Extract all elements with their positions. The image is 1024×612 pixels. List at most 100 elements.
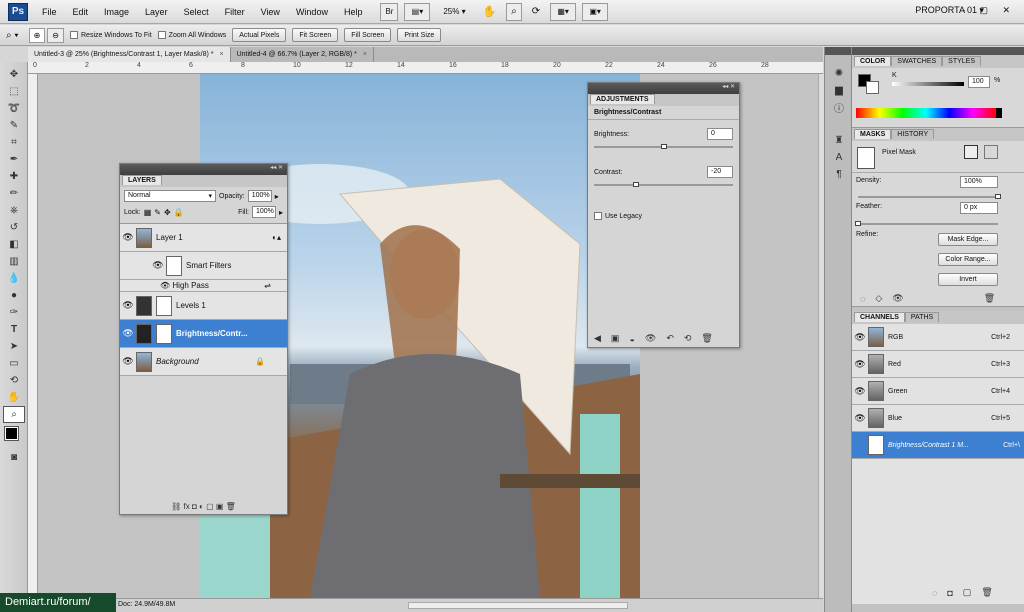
3d-rotate-tool-icon[interactable]: ⟲ [3,372,25,389]
layer-row-layer-1[interactable]: 👁 Layer 1 ◐▴ [120,224,287,252]
actual-pixels-button[interactable]: Actual Pixels [232,28,287,42]
visibility-eye-icon[interactable]: 👁 [120,232,136,243]
blend-mode-dropdown[interactable]: Normal ▾ [124,190,216,202]
panel-title-bar[interactable]: ◂◂ ✕ [120,164,287,175]
fill-arrow-icon[interactable]: ▸ [279,208,283,217]
visibility-eye-icon[interactable]: 👁 [120,328,136,339]
layer-row-high-pass[interactable]: 👁 High Pass ⇌ [120,280,287,292]
menu-view[interactable]: View [253,7,288,17]
opacity-arrow-icon[interactable]: ▸ [275,192,279,201]
pixel-mask-button[interactable] [964,145,978,159]
trash-icon[interactable]: 🗑 [981,587,992,598]
return-to-list-icon[interactable]: ◀ [594,333,601,344]
vector-mask-button[interactable] [984,145,998,159]
type-tool-icon[interactable]: T [3,321,25,338]
menu-image[interactable]: Image [96,7,137,17]
doc-tab-untitled-4[interactable]: Untitled-4 @ 66.7% (Layer 2, RGB/8) * × [231,47,374,62]
tab-swatches[interactable]: SWATCHES [891,56,943,66]
zoom-all-checkbox[interactable] [157,31,166,39]
load-selection-icon[interactable]: ◌ [860,294,865,304]
resize-windows-checkbox[interactable] [70,31,78,39]
tab-styles[interactable]: STYLES [942,56,982,66]
healing-brush-tool-icon[interactable]: ✚ [3,168,25,185]
layer-row-background[interactable]: 👁 Background 🔒 [120,348,287,376]
menu-filter[interactable]: Filter [217,7,253,17]
color-range-button[interactable]: Color Range... [938,253,998,266]
apply-mask-icon[interactable]: ◇ [875,293,882,304]
density-slider-handle[interactable] [995,194,1001,199]
tab-color[interactable]: COLOR [854,56,892,66]
layer-row-smart-filters[interactable]: 👁 Smart Filters [120,252,287,280]
background-color-swatch[interactable] [866,81,879,94]
visibility-eye-icon[interactable]: 👁 [892,293,903,304]
character-icon[interactable]: A [828,149,850,166]
tab-paths[interactable]: PATHS [904,312,940,322]
tab-channels[interactable]: CHANNELS [854,312,905,322]
menu-select[interactable]: Select [176,7,217,17]
mask-edge-button[interactable]: Mask Edge... [938,233,998,246]
tab-layers[interactable]: LAYERS [122,175,162,185]
lasso-tool-icon[interactable]: ➰ [3,100,25,117]
tab-masks[interactable]: MASKS [854,129,892,139]
gradient-tool-icon[interactable]: ▥ [3,253,25,270]
trash-icon[interactable]: 🗑 [984,293,995,304]
layers-footer-icons[interactable]: ⛓ fx ◘ ◐ ▢ ▣ 🗑 [120,502,287,511]
channel-row-red[interactable]: 👁 Red Ctrl+3 [852,351,1024,378]
view-extras-icon[interactable]: ▤▾ [404,2,431,21]
channel-row-blue[interactable]: 👁 Blue Ctrl+5 [852,405,1024,432]
tab-history[interactable]: HISTORY [891,129,935,139]
previous-state-icon[interactable]: ↶ [666,333,674,344]
zoom-tool-icon[interactable]: ⌕ [3,406,25,423]
lock-transparent-icon[interactable]: ▦ [144,208,152,217]
marquee-tool-icon[interactable]: ⬚ [3,83,25,100]
save-selection-icon[interactable]: ◘ [947,588,952,598]
reset-icon[interactable]: ⟲ [684,333,692,344]
hand-tool-icon[interactable]: ✋ [3,389,25,406]
path-selection-tool-icon[interactable]: ➤ [3,338,25,355]
feather-field[interactable]: 0 px [960,202,998,214]
clip-to-layer-icon[interactable]: ◒ [629,334,634,344]
feather-slider-handle[interactable] [855,221,861,226]
lock-image-icon[interactable]: ✎ [154,208,161,217]
zoom-level-dropdown[interactable]: 25% ▾ [436,3,472,21]
print-size-button[interactable]: Print Size [397,28,442,42]
visibility-eye-icon[interactable]: 👁 [120,356,136,367]
navigator-icon[interactable]: ✺ [828,65,850,82]
zoom-tool-icon[interactable]: ⌕ [506,2,522,21]
foreground-color[interactable] [4,426,19,441]
quick-mask-icon[interactable]: ◙ [3,449,25,466]
move-tool-icon[interactable]: ✥ [3,66,25,83]
brightness-slider[interactable] [594,144,733,149]
invert-button[interactable]: Invert [938,273,998,286]
channel-row-mask[interactable]: Brightness/Contrast 1 M... Ctrl+\ [852,432,1024,459]
menu-help[interactable]: Help [336,7,371,17]
eyedropper-tool-icon[interactable]: ✒ [3,151,25,168]
menu-window[interactable]: Window [288,7,336,17]
contrast-slider[interactable] [594,182,733,187]
rotate-view-icon[interactable]: ⟳ [528,3,544,21]
close-icon[interactable]: × [363,51,367,58]
layer-row-levels-1[interactable]: 👁 Levels 1 [120,292,287,320]
channel-row-rgb[interactable]: 👁 RGB Ctrl+2 [852,324,1024,351]
screen-mode-icon[interactable]: ▣▾ [582,2,609,21]
color-swatches[interactable] [0,423,27,449]
contrast-slider-handle[interactable] [632,182,639,187]
eraser-tool-icon[interactable]: ◧ [3,236,25,253]
crop-tool-icon[interactable]: ⌗ [3,134,25,151]
hand-tool-icon[interactable]: ✋ [478,3,500,21]
zoom-in-icon[interactable]: ⊕ [28,27,46,43]
clone-stamp-tool-icon[interactable]: ⎈ [3,202,25,219]
blur-tool-icon[interactable]: 💧 [3,270,25,287]
opacity-field[interactable]: 100% [247,190,272,202]
k-slider[interactable] [892,82,964,86]
fit-screen-button[interactable]: Fit Screen [292,28,339,42]
visibility-eye-icon[interactable]: 👁 [852,332,868,343]
actions-icon[interactable]: ♜ [828,132,850,149]
paragraph-icon[interactable]: ¶ [828,166,850,183]
zoom-tool-preset-icon[interactable]: ⌕ ▾ [6,30,19,41]
black-swatch[interactable] [996,108,1002,118]
menu-file[interactable]: File [34,7,65,17]
dodge-tool-icon[interactable]: ● [3,287,25,304]
info-icon[interactable]: ⓘ [828,99,850,116]
quick-select-tool-icon[interactable]: ✎ [3,117,25,134]
